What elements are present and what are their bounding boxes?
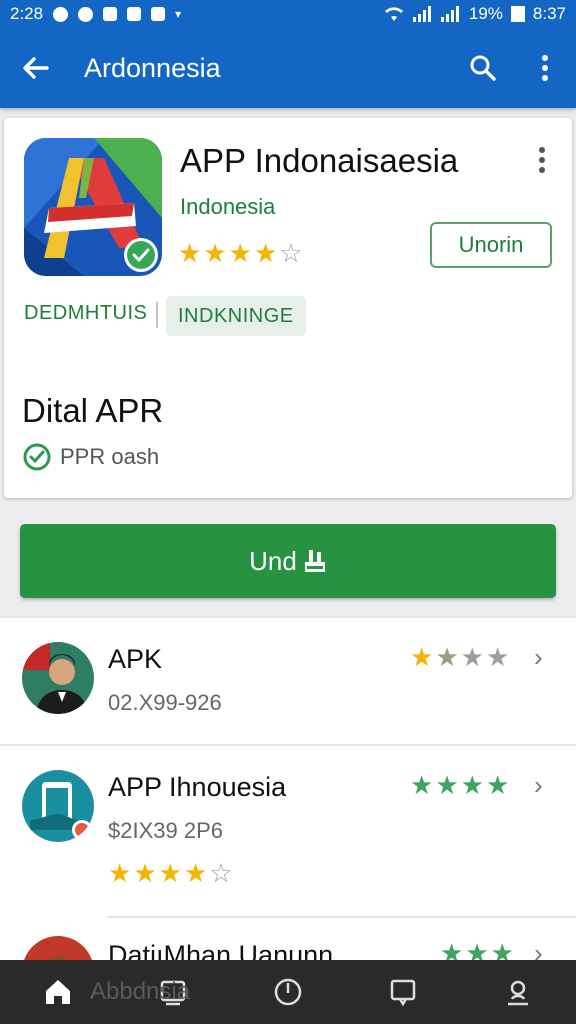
- shield-icon: [103, 7, 118, 21]
- power-icon: [274, 978, 302, 1006]
- app-rating-stars: ★ ★ ★ ★ ☆: [178, 240, 303, 266]
- nav-power-button[interactable]: [230, 960, 345, 1024]
- app-list: APK 02.X99-926 ★ ★ ★ ★ › APP Ihnouesia $…: [0, 616, 576, 961]
- check-circle-icon: [23, 443, 51, 471]
- star-icon: ★: [435, 642, 459, 672]
- tag-divider: [156, 302, 158, 328]
- nav-account-button[interactable]: [461, 960, 576, 1024]
- battery-icon: [510, 6, 525, 22]
- star-icon: ★: [460, 770, 484, 800]
- star-icon: ★: [253, 238, 278, 268]
- update-button[interactable]: Unorin: [430, 222, 552, 268]
- star-icon: ★: [460, 642, 484, 672]
- list-item[interactable]: APP Ihnouesia $2IX39 2P6 ★ ★ ★ ★ ☆ ★ ★ ★…: [0, 746, 576, 916]
- developer-link[interactable]: Indonesia: [180, 194, 275, 220]
- chevron-down-icon: ▾: [175, 7, 182, 21]
- overflow-menu-button[interactable]: [514, 28, 576, 108]
- star-icon: ★: [465, 938, 489, 961]
- back-button[interactable]: [0, 28, 70, 108]
- gallery-icon: [151, 7, 166, 21]
- star-icon: ★: [158, 858, 182, 888]
- list-item-subtitle: 02.X99-926: [108, 690, 222, 715]
- list-item-rating: ★ ★ ★ ★: [410, 772, 509, 798]
- page-title: Ardonnesia: [84, 52, 221, 83]
- bottom-nav-bar: [0, 960, 576, 1024]
- star-icon: ★: [485, 770, 510, 800]
- signal-icon: [412, 6, 431, 22]
- verified-line: PPR oash: [22, 442, 159, 472]
- star-icon: ★: [410, 642, 434, 672]
- chevron-right-icon: ›: [534, 642, 543, 672]
- home-icon: [45, 980, 70, 1004]
- app-name: APP Indonaisaesia: [180, 142, 459, 179]
- star-outline-icon: ☆: [209, 858, 233, 888]
- star-icon: ★: [485, 642, 510, 672]
- notification-icon: [53, 6, 69, 22]
- verified-text: PPR oash: [60, 444, 160, 469]
- avatar: [22, 770, 94, 842]
- section-title: Dital APR: [22, 392, 164, 429]
- chat-icon: [390, 979, 416, 1007]
- more-vert-icon: [539, 147, 545, 173]
- star-icon: ★: [410, 770, 434, 800]
- nav-chat-button[interactable]: [346, 960, 461, 1024]
- battery-percent: 19%: [468, 4, 503, 23]
- star-icon: ★: [178, 238, 202, 268]
- list-item-title: APK: [108, 644, 163, 674]
- install-button-label: Und: [249, 545, 297, 576]
- app-detail-card: APP Indonaisaesia Indonesia ★ ★ ★ ★ ☆ Un…: [4, 118, 572, 498]
- chevron-right-icon: ›: [534, 770, 543, 800]
- list-item[interactable]: DatiıMhan Uanunn ★ ★ ★ ›: [0, 918, 576, 961]
- wifi-icon: [384, 7, 403, 21]
- list-item-rating: ★ ★ ★: [440, 940, 514, 961]
- app-logo-icon: [24, 138, 162, 276]
- star-icon: ★: [228, 238, 252, 268]
- star-icon: ★: [203, 238, 227, 268]
- search-icon: [470, 55, 496, 81]
- star-icon: ★: [490, 938, 514, 961]
- avatar: [22, 642, 94, 714]
- arrow-left-icon: [23, 57, 49, 79]
- chevron-right-icon: ›: [534, 938, 543, 961]
- nav-home-label: Abbdnsia: [90, 978, 191, 1005]
- list-item-subtitle: $2IX39 2P6: [108, 818, 223, 843]
- status-time-right: 8:37: [532, 4, 566, 23]
- star-icon: ★: [108, 858, 132, 888]
- star-icon: ★: [435, 770, 459, 800]
- status-bar: 2:28 ▾ 19% 8:37: [0, 0, 576, 28]
- card-overflow-button[interactable]: [530, 144, 554, 178]
- more-vert-icon: [542, 55, 548, 81]
- category-chip[interactable]: INDKNINGE: [166, 296, 306, 336]
- star-icon: ★: [133, 858, 157, 888]
- signal-icon-2: [440, 6, 459, 22]
- list-item-title: APP Ihnouesia: [108, 772, 287, 802]
- category-tag[interactable]: DEDMHTUIS: [24, 302, 147, 325]
- search-button[interactable]: [452, 28, 514, 108]
- status-time-left: 2:28: [10, 4, 44, 23]
- app-bar: Ardonnesia: [0, 28, 576, 108]
- sync-icon: [78, 6, 94, 22]
- list-item-title: DatiıMhan Uanunn: [108, 940, 334, 961]
- message-icon: [127, 7, 142, 21]
- install-button[interactable]: Und: [20, 524, 556, 598]
- account-icon: [508, 980, 529, 1006]
- avatar: [22, 936, 94, 961]
- list-item-inline-rating: ★ ★ ★ ★ ☆: [108, 860, 233, 886]
- star-icon: ★: [440, 938, 464, 961]
- list-item[interactable]: APK 02.X99-926 ★ ★ ★ ★ ›: [0, 616, 576, 744]
- download-icon: [304, 550, 325, 572]
- star-outline-icon: ☆: [279, 238, 303, 268]
- star-icon: ★: [183, 858, 208, 888]
- list-item-rating: ★ ★ ★ ★: [410, 644, 509, 670]
